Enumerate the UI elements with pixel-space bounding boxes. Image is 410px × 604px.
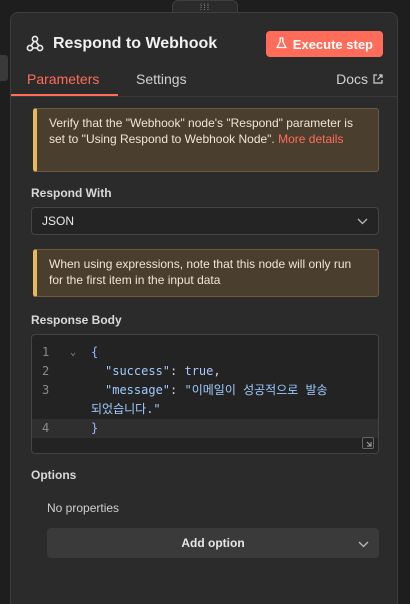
canvas-edge-handle	[0, 55, 8, 81]
tab-settings[interactable]: Settings	[136, 71, 187, 87]
code-line: 1 ⌄ {	[32, 343, 378, 362]
tab-parameters[interactable]: Parameters	[27, 71, 99, 87]
chevron-down-icon	[358, 537, 369, 551]
code-line: 3 "message": "이메일이 성공적으로 발송	[32, 381, 378, 400]
no-properties-text: No properties	[47, 501, 120, 515]
line-number: 2	[42, 364, 50, 378]
add-option-button[interactable]: Add option	[47, 528, 379, 558]
respond-with-label: Respond With	[31, 186, 112, 200]
panel-header: Respond to Webhook Execute step	[25, 30, 383, 58]
webhook-icon	[25, 34, 45, 54]
more-details-link[interactable]: More details	[278, 132, 343, 146]
execute-step-label: Execute step	[292, 36, 373, 52]
execute-step-button[interactable]: Execute step	[265, 31, 383, 57]
options-label: Options	[31, 468, 77, 482]
add-option-label: Add option	[181, 536, 245, 550]
json-value: "이메일이 성공적으로 발송	[184, 383, 328, 397]
code-line: 4 }	[32, 419, 378, 438]
expressions-notice-text: When using expressions, note that this n…	[49, 257, 352, 287]
panel-tabs: Parameters Settings Docs	[11, 67, 397, 97]
chevron-down-icon	[357, 218, 368, 225]
response-body-editor[interactable]: 1 ⌄ { 2 "success": true, 3 "message": "이…	[31, 334, 379, 454]
resize-handle-icon[interactable]	[362, 437, 374, 449]
line-number: 4	[42, 421, 50, 435]
line-number: 3	[42, 383, 50, 397]
flask-icon	[275, 36, 287, 52]
json-key: "message"	[105, 383, 171, 397]
json-value: true	[184, 364, 214, 378]
code-line-wrap: 되었습니다."	[32, 400, 378, 419]
json-value-wrapped: 되었습니다."	[91, 402, 161, 416]
node-details-panel: Respond to Webhook Execute step Paramete…	[10, 12, 398, 604]
response-body-label: Response Body	[31, 313, 122, 327]
docs-link[interactable]: Docs	[336, 71, 383, 87]
code-text: {	[91, 345, 99, 359]
webhook-respond-notice: Verify that the "Webhook" node's "Respon…	[33, 108, 379, 172]
fold-toggle-icon[interactable]: ⌄	[70, 343, 76, 362]
code-text: }	[91, 421, 99, 435]
active-tab-indicator	[11, 94, 118, 96]
line-number: 1	[42, 345, 50, 359]
external-link-icon	[373, 71, 383, 87]
json-key: "success"	[105, 364, 171, 378]
expressions-notice: When using expressions, note that this n…	[33, 249, 379, 297]
respond-with-value: JSON	[42, 214, 75, 228]
node-title[interactable]: Respond to Webhook	[53, 35, 217, 53]
code-line: 2 "success": true,	[32, 362, 378, 381]
respond-with-select[interactable]: JSON	[31, 207, 379, 235]
docs-label: Docs	[336, 71, 368, 87]
